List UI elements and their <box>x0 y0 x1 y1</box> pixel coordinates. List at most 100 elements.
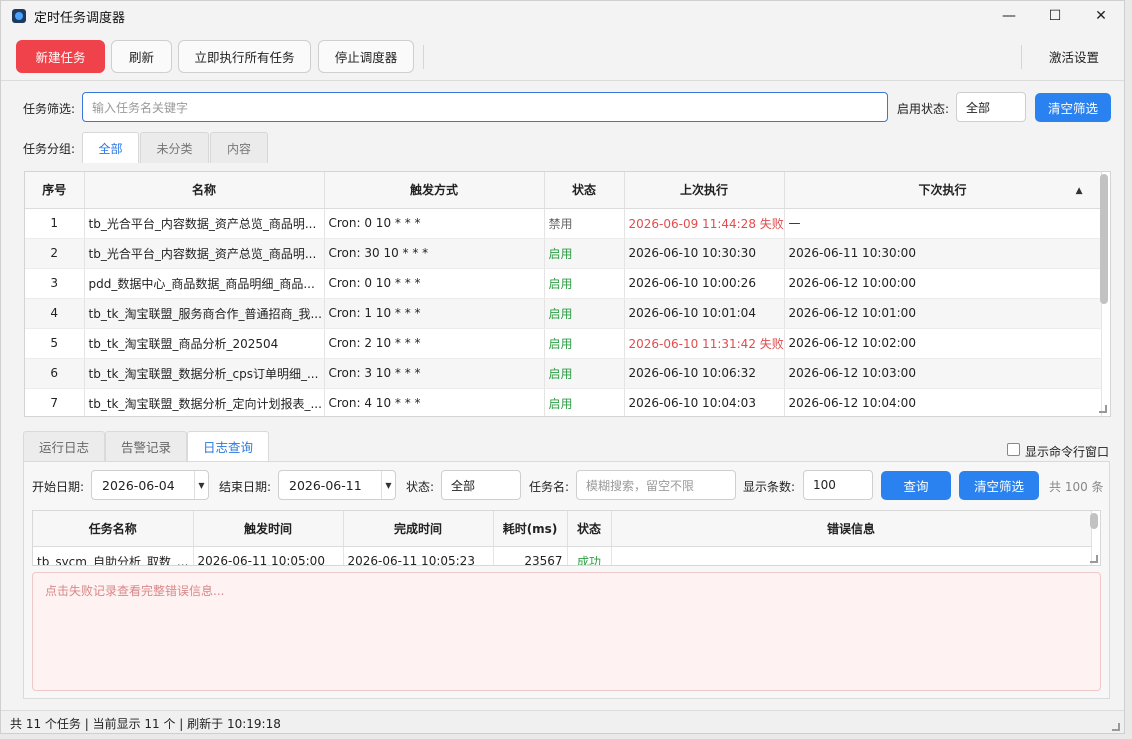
row-next-run: 2026-06-12 10:04:00 <box>784 388 1102 416</box>
maximize-button[interactable]: ☐ <box>1032 1 1078 31</box>
chevron-down-icon[interactable]: ▼ <box>194 471 208 499</box>
activate-settings-button[interactable]: 激活设置 <box>1034 40 1114 73</box>
log-table: 任务名称 触发时间 完成时间 耗时(ms) 状态 错误信息 tb_sycm_自助… <box>32 510 1101 566</box>
error-detail-box[interactable]: 点击失败记录查看完整错误信息... <box>32 572 1101 691</box>
group-tab-uncategorized[interactable]: 未分类 <box>140 132 209 163</box>
table-row[interactable]: 7 tb_tk_淘宝联盟_数据分析_定向计划报表_... Cron: 4 10 … <box>25 388 1102 416</box>
row-next-run: 2026-06-12 10:00:00 <box>784 268 1102 299</box>
enable-status-select[interactable]: 全部 <box>956 92 1026 122</box>
run-all-button[interactable]: 立即执行所有任务 <box>178 40 311 73</box>
show-cmd-label: 显示命令行窗口 <box>1025 445 1110 459</box>
table-row[interactable]: 6 tb_tk_淘宝联盟_数据分析_cps订单明细_... Cron: 3 10… <box>25 358 1102 389</box>
row-trigger: Cron: 30 10 * * * <box>324 238 545 269</box>
log-column-duration[interactable]: 耗时(ms) <box>493 511 568 547</box>
row-status: 启用 <box>544 358 625 389</box>
resize-grip-icon[interactable] <box>1099 405 1107 413</box>
window-title: 定时任务调度器 <box>34 10 126 26</box>
log-column-error[interactable]: 错误信息 <box>611 511 1092 547</box>
log-status: 成功 <box>567 546 612 565</box>
row-name: tb_光合平台_内容数据_资产总览_商品明... <box>84 238 325 269</box>
log-clear-filter-button[interactable]: 清空筛选 <box>959 471 1039 500</box>
next-run-label: 下次执行 <box>918 183 967 198</box>
start-date-value: 2026-06-04 <box>102 477 175 493</box>
row-name: pdd_数据中心_商品数据_商品明细_商品... <box>84 268 325 299</box>
count-input[interactable]: 100 <box>803 470 873 500</box>
log-duration: 23567 <box>493 546 568 565</box>
row-status: 启用 <box>544 238 625 269</box>
tab-run-log[interactable]: 运行日志 <box>23 431 105 461</box>
query-button[interactable]: 查询 <box>881 471 951 500</box>
sort-ascending-icon: ▲ <box>1075 186 1083 196</box>
row-last-run: 2026-06-10 11:31:42 失败 <box>624 328 785 359</box>
log-column-status[interactable]: 状态 <box>567 511 612 547</box>
row-trigger: Cron: 0 10 * * * <box>324 208 545 239</box>
stop-scheduler-button[interactable]: 停止调度器 <box>318 40 414 73</box>
window-resize-grip-icon[interactable] <box>1112 723 1120 731</box>
chevron-down-icon[interactable]: ▼ <box>381 471 395 499</box>
end-date-label: 结束日期: <box>219 480 272 494</box>
clear-filter-button[interactable]: 清空筛选 <box>1035 93 1111 122</box>
column-header-trigger[interactable]: 触发方式 <box>324 172 545 209</box>
log-column-task-name[interactable]: 任务名称 <box>33 511 194 547</box>
row-next-run: 2026-06-12 10:01:00 <box>784 298 1102 329</box>
log-column-trigger-time[interactable]: 触发时间 <box>193 511 344 547</box>
row-next-run: — <box>784 208 1102 239</box>
refresh-button[interactable]: 刷新 <box>111 40 172 73</box>
task-filter-input[interactable]: 输入任务名关键字 <box>82 92 888 122</box>
group-tab-content[interactable]: 内容 <box>210 132 268 163</box>
column-header-no[interactable]: 序号 <box>25 172 85 209</box>
tab-log-query[interactable]: 日志查询 <box>187 431 269 461</box>
minimize-button[interactable]: — <box>986 1 1032 31</box>
row-last-run: 2026-06-10 10:06:32 <box>624 358 785 389</box>
column-header-last-run[interactable]: 上次执行 <box>624 172 785 209</box>
row-trigger: Cron: 1 10 * * * <box>324 298 545 329</box>
new-task-button[interactable]: 新建任务 <box>16 40 105 73</box>
task-name-placeholder: 模糊搜索，留空不限 <box>586 478 695 493</box>
column-header-status[interactable]: 状态 <box>544 172 625 209</box>
error-hint-text: 点击失败记录查看完整错误信息... <box>45 584 225 598</box>
end-date-picker[interactable]: 2026-06-11 ▼ <box>278 470 396 500</box>
close-button[interactable]: ✕ <box>1078 1 1124 31</box>
row-trigger: Cron: 4 10 * * * <box>324 388 545 416</box>
table-row[interactable]: 5 tb_tk_淘宝联盟_商品分析_202504 Cron: 2 10 * * … <box>25 328 1102 359</box>
app-window: 定时任务调度器 — ☐ ✕ 新建任务 刷新 立即执行所有任务 停止调度器 激活设… <box>0 0 1125 734</box>
row-no: 1 <box>25 208 85 239</box>
row-next-run: 2026-06-12 10:03:00 <box>784 358 1102 389</box>
log-status-select[interactable]: 全部 <box>441 470 521 500</box>
task-table-scrollbar[interactable] <box>1100 174 1108 304</box>
table-row[interactable]: 3 pdd_数据中心_商品数据_商品明细_商品... Cron: 0 10 * … <box>25 268 1102 299</box>
count-label: 显示条数: <box>743 480 796 494</box>
window-controls: — ☐ ✕ <box>986 1 1124 31</box>
table-header-row: 序号 名称 触发方式 状态 上次执行 下次执行 ▲ <box>25 172 1102 209</box>
log-table-scrollbar[interactable] <box>1090 513 1098 529</box>
row-status: 启用 <box>544 298 625 329</box>
log-row[interactable]: tb_sycm_自助分析_取数_... 2026-06-11 10:05:00 … <box>33 546 1092 565</box>
row-name: tb_tk_淘宝联盟_数据分析_定向计划报表_... <box>84 388 325 416</box>
table-row[interactable]: 4 tb_tk_淘宝联盟_服务商合作_普通招商_我... Cron: 1 10 … <box>25 298 1102 329</box>
task-name-label: 任务名: <box>529 480 570 494</box>
total-count: 共 100 条 <box>1049 480 1104 494</box>
row-trigger: Cron: 0 10 * * * <box>324 268 545 299</box>
row-trigger: Cron: 2 10 * * * <box>324 328 545 359</box>
resize-grip-icon[interactable] <box>1090 555 1098 563</box>
start-date-picker[interactable]: 2026-06-04 ▼ <box>91 470 209 500</box>
log-column-done-time[interactable]: 完成时间 <box>343 511 494 547</box>
show-cmd-checkbox[interactable] <box>1007 443 1020 456</box>
column-header-name[interactable]: 名称 <box>84 172 325 209</box>
group-tab-all[interactable]: 全部 <box>82 132 139 163</box>
toolbar-divider <box>1021 45 1022 69</box>
column-header-next-run[interactable]: 下次执行 ▲ <box>784 172 1102 209</box>
task-name-input[interactable]: 模糊搜索，留空不限 <box>576 470 736 500</box>
row-no: 6 <box>25 358 85 389</box>
row-status: 禁用 <box>544 208 625 239</box>
row-last-run: 2026-06-09 11:44:28 失败 <box>624 208 785 239</box>
table-row[interactable]: 1 tb_光合平台_内容数据_资产总览_商品明... Cron: 0 10 * … <box>25 208 1102 239</box>
toolbar-divider <box>423 45 424 69</box>
task-group-label: 任务分组: <box>23 142 76 156</box>
tab-alert-records[interactable]: 告警记录 <box>105 431 187 461</box>
log-header-row: 任务名称 触发时间 完成时间 耗时(ms) 状态 错误信息 <box>33 511 1092 547</box>
task-filter-label: 任务筛选: <box>23 102 76 116</box>
row-name: tb_tk_淘宝联盟_商品分析_202504 <box>84 328 325 359</box>
table-row[interactable]: 2 tb_光合平台_内容数据_资产总览_商品明... Cron: 30 10 *… <box>25 238 1102 269</box>
row-last-run: 2026-06-10 10:00:26 <box>624 268 785 299</box>
